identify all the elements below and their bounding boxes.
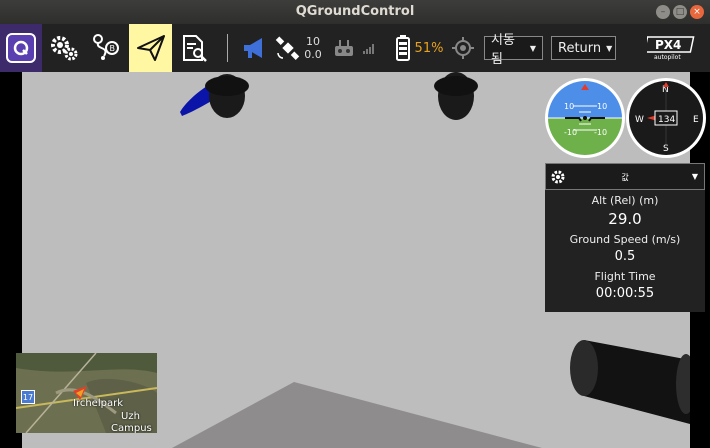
heading-value: 134 <box>658 115 675 125</box>
compass-west-label: W <box>635 115 644 125</box>
route-badge: 17 <box>21 390 35 404</box>
attitude-indicator <box>548 81 622 155</box>
qgc-logo-button[interactable] <box>0 24 42 72</box>
chevron-down-icon[interactable]: ▼ <box>692 172 698 181</box>
satellite-icon <box>275 36 300 60</box>
instrument-panel: 10 10 -10 -10 N E S W 134 <box>543 76 708 161</box>
minimize-button[interactable]: – <box>656 5 670 19</box>
alt-value: 29.0 <box>608 210 642 228</box>
map-label-campus: Campus <box>111 423 152 433</box>
alt-label: Alt (Rel) (m) <box>591 194 659 207</box>
arm-status-label: 시동됨 <box>491 33 515 67</box>
toolbar-separator <box>227 34 228 62</box>
analyze-button[interactable] <box>174 24 214 72</box>
compass: N E S W 134 <box>626 78 706 158</box>
pitch-mark-label: -10 <box>594 128 607 137</box>
window-title: QGroundControl <box>295 4 415 19</box>
main-toolbar: B 10 0.0 51% 시동됨 ▼ Return ▼ PX4 autopilo… <box>0 24 710 72</box>
fly-view-button[interactable] <box>129 24 172 72</box>
px4-logo: PX4 autopilot <box>646 24 696 72</box>
megaphone-icon <box>244 38 262 58</box>
map-label-irchelpark: Irchelpark <box>73 398 123 409</box>
svg-text:B: B <box>110 44 116 53</box>
maximize-button[interactable]: □ <box>673 5 687 19</box>
rc-rssi-button[interactable] <box>331 24 357 72</box>
document-search-icon <box>183 35 207 62</box>
svg-text:PX4: PX4 <box>655 38 681 52</box>
settings-button[interactable] <box>45 24 83 72</box>
flight-time-label: Flight Time <box>594 270 656 283</box>
values-panel: 값 ▼ Alt (Rel) (m) 29.0 Ground Speed (m/s… <box>545 163 705 312</box>
qgc-logo-icon <box>6 33 36 63</box>
messages-button[interactable] <box>238 24 270 72</box>
gears-icon <box>51 36 78 61</box>
flight-mode-dropdown[interactable]: Return ▼ <box>551 36 616 60</box>
title-bar: QGroundControl – □ × <box>0 0 710 24</box>
chevron-down-icon: ▼ <box>529 43 536 53</box>
gps-readout: 10 0.0 <box>302 24 324 72</box>
signal-strength-icon <box>360 24 378 72</box>
gps-button[interactable] <box>274 24 302 72</box>
ground-speed-label: Ground Speed (m/s) <box>569 233 681 246</box>
compass-east-label: E <box>693 115 699 125</box>
battery-percent: 51% <box>414 24 444 72</box>
plan-view-button[interactable]: B <box>87 24 125 72</box>
waypoint-route-icon: B <box>93 34 119 60</box>
pitch-mark-label: -10 <box>564 128 577 137</box>
values-panel-title: 값 <box>621 173 629 182</box>
flight-mode-label: Return <box>558 40 602 56</box>
rtk-gps-button[interactable] <box>450 24 476 72</box>
pitch-mark-label: 10 <box>597 102 607 111</box>
values-panel-header[interactable]: 값 ▼ <box>545 163 705 190</box>
hdop-value: 0.0 <box>304 48 322 61</box>
close-button[interactable]: × <box>690 5 704 19</box>
rc-transmitter-icon <box>335 40 353 56</box>
battery-button[interactable] <box>392 24 414 72</box>
svg-text:autopilot: autopilot <box>654 54 681 61</box>
px4-logo-icon: PX4 autopilot <box>647 36 695 61</box>
flight-time-value: 00:00:55 <box>595 286 655 301</box>
mini-map[interactable]: 17 Irchelpark Uzh Campus <box>16 353 157 433</box>
arm-status-dropdown[interactable]: 시동됨 ▼ <box>484 33 543 67</box>
satellite-count: 10 <box>306 35 320 48</box>
map-label-uzh: Uzh <box>121 411 140 422</box>
chevron-down-icon: ▼ <box>606 43 613 53</box>
paper-plane-icon <box>136 35 165 61</box>
battery-percent-text: 51% <box>414 40 444 56</box>
ground-speed-value: 0.5 <box>614 249 636 264</box>
crosshair-icon <box>452 37 474 59</box>
battery-icon <box>396 35 410 61</box>
pitch-mark-label: 10 <box>564 102 574 111</box>
